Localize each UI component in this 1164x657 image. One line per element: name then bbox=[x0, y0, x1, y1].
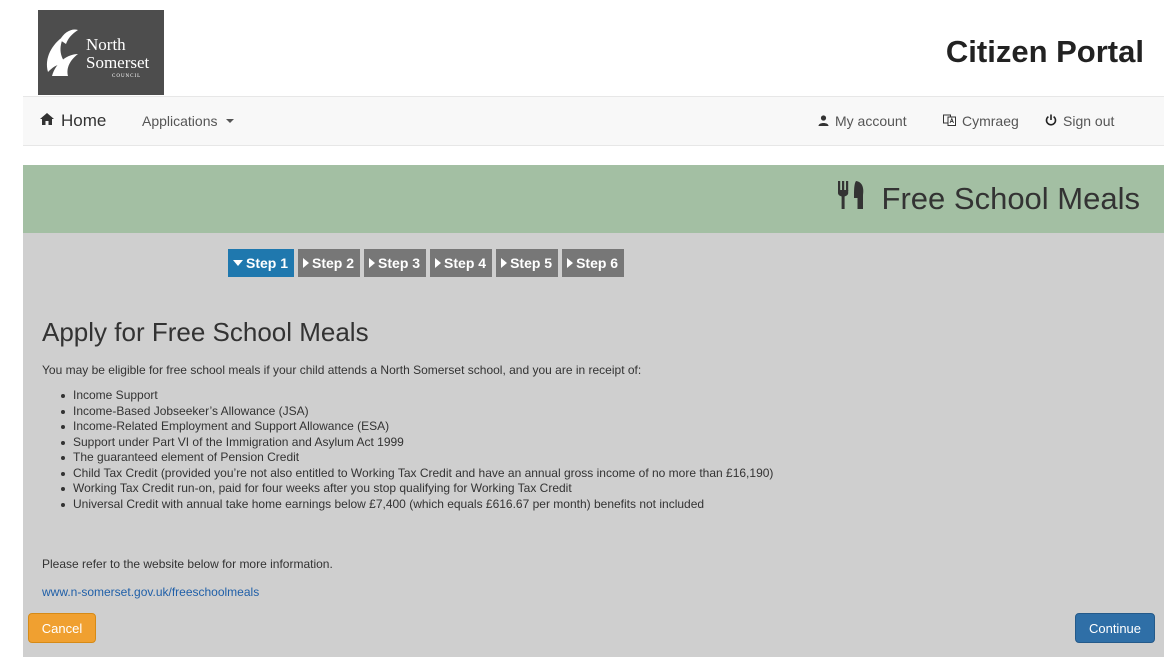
site-header: North Somerset COUNCIL Citizen Portal bbox=[0, 0, 1164, 96]
logo-text-north: North bbox=[86, 35, 126, 54]
nav-applications-dropdown[interactable]: Applications bbox=[142, 97, 234, 145]
nav-sign-out-label: Sign out bbox=[1063, 113, 1115, 129]
panel-header: Free School Meals bbox=[23, 165, 1164, 233]
step-tabs: Step 1 Step 2 Step 3 Step 4 Step 5 Step … bbox=[228, 249, 625, 277]
home-icon bbox=[39, 111, 55, 131]
step-tab-label: Step 5 bbox=[510, 255, 553, 271]
nav-my-account-link[interactable]: My account bbox=[818, 97, 907, 145]
list-item: Universal Credit with annual take home e… bbox=[61, 497, 773, 513]
list-item: Support under Part VI of the Immigration… bbox=[61, 435, 773, 451]
intro-text: You may be eligible for free school meal… bbox=[42, 363, 642, 377]
step-tab-6[interactable]: Step 6 bbox=[562, 249, 625, 277]
application-panel: Free School Meals Step 1 Step 2 Step 3 S… bbox=[23, 165, 1164, 657]
step-tab-1[interactable]: Step 1 bbox=[228, 249, 295, 277]
list-item: Child Tax Credit (provided you’re not al… bbox=[61, 466, 773, 482]
step-tab-label: Step 2 bbox=[312, 255, 355, 271]
step-tab-label: Step 4 bbox=[444, 255, 487, 271]
eligibility-list: Income Support Income-Based Jobseeker’s … bbox=[61, 388, 773, 512]
cutlery-icon bbox=[836, 181, 868, 217]
logo-text-council: COUNCIL bbox=[112, 74, 141, 79]
power-icon bbox=[1045, 113, 1057, 129]
list-item: Income-Related Employment and Support Al… bbox=[61, 419, 773, 435]
panel-title-text: Free School Meals bbox=[881, 181, 1140, 216]
nav-sign-out-link[interactable]: Sign out bbox=[1045, 97, 1114, 145]
caret-down-icon bbox=[233, 260, 243, 266]
list-item: Working Tax Credit run-on, paid for four… bbox=[61, 481, 773, 497]
portal-title: Citizen Portal bbox=[945, 34, 1144, 69]
nav-home-label: Home bbox=[61, 111, 107, 130]
page-heading: Apply for Free School Meals bbox=[42, 317, 369, 347]
panel-body: Step 1 Step 2 Step 3 Step 4 Step 5 Step … bbox=[23, 233, 1164, 657]
nav-cymraeg-label: Cymraeg bbox=[962, 113, 1019, 129]
council-logo[interactable]: North Somerset COUNCIL bbox=[38, 10, 164, 95]
continue-button[interactable]: Continue bbox=[1075, 613, 1155, 643]
logo-text-somerset: Somerset bbox=[86, 53, 150, 72]
list-item: Income-Based Jobseeker’s Allowance (JSA) bbox=[61, 404, 773, 420]
free-school-meals-link[interactable]: www.n-somerset.gov.uk/freeschoolmeals bbox=[42, 585, 259, 599]
panel-title: Free School Meals bbox=[836, 181, 1140, 217]
main-navbar: Home Applications My account Cymraeg Sig… bbox=[23, 96, 1164, 146]
council-logo-graphic: North Somerset COUNCIL bbox=[46, 29, 150, 79]
step-tab-4[interactable]: Step 4 bbox=[430, 249, 493, 277]
step-tab-label: Step 3 bbox=[378, 255, 421, 271]
list-item: Income Support bbox=[61, 388, 773, 404]
chevron-down-icon bbox=[225, 119, 234, 123]
language-icon bbox=[943, 113, 956, 129]
caret-right-icon bbox=[435, 258, 442, 268]
nav-my-account-label: My account bbox=[835, 113, 907, 129]
list-item: The guaranteed element of Pension Credit bbox=[61, 450, 773, 466]
step-tab-2[interactable]: Step 2 bbox=[298, 249, 361, 277]
step-tab-label: Step 1 bbox=[246, 255, 289, 271]
refer-text: Please refer to the website below for mo… bbox=[42, 557, 333, 571]
nav-applications-label: Applications bbox=[142, 113, 218, 129]
nav-home-link[interactable]: Home bbox=[39, 97, 106, 145]
step-tab-3[interactable]: Step 3 bbox=[364, 249, 427, 277]
user-icon bbox=[818, 113, 829, 129]
step-tab-label: Step 6 bbox=[576, 255, 619, 271]
caret-right-icon bbox=[501, 258, 508, 268]
caret-right-icon bbox=[369, 258, 376, 268]
caret-right-icon bbox=[303, 258, 310, 268]
caret-right-icon bbox=[567, 258, 574, 268]
nav-cymraeg-link[interactable]: Cymraeg bbox=[943, 97, 1019, 145]
cancel-button[interactable]: Cancel bbox=[28, 613, 96, 643]
step-tab-5[interactable]: Step 5 bbox=[496, 249, 559, 277]
